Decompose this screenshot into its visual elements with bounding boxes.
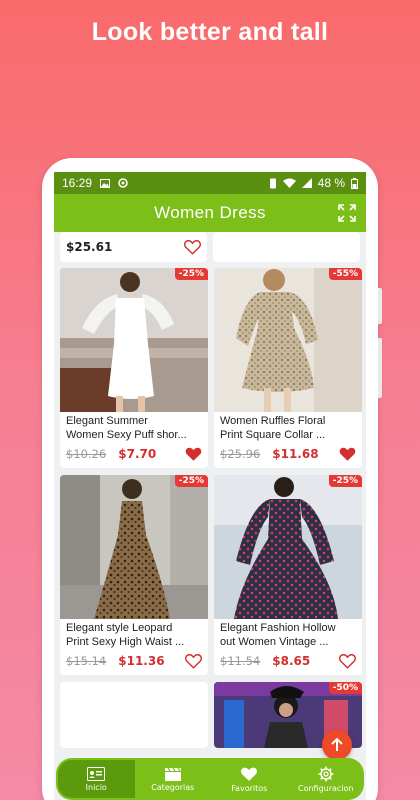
original-price: $11.54: [220, 654, 261, 668]
sync-notification-icon: [118, 178, 128, 188]
product-card[interactable]: -25% Elegant style Leopard Print Sexy Hi…: [60, 475, 208, 675]
nav-label: Inicio: [85, 782, 107, 792]
nav-label: Configuracion: [297, 783, 354, 793]
heart-icon: [241, 767, 258, 781]
favorite-filled-icon[interactable]: [185, 446, 202, 462]
phone-side-button: [378, 288, 382, 324]
product-image: -25%: [60, 475, 208, 619]
product-price: $25.61: [66, 240, 113, 254]
phone-side-button: [378, 338, 382, 398]
nav-item-categorias[interactable]: Categorias: [135, 758, 212, 800]
id-card-icon: [87, 766, 106, 781]
product-name: Women Ruffles Floral Print Square Collar…: [220, 415, 326, 441]
nav-item-favoritos[interactable]: Favoritos: [211, 758, 288, 800]
favorite-outline-icon[interactable]: [339, 653, 356, 669]
discount-badge: -50%: [328, 682, 362, 694]
app-title: Women Dress: [154, 203, 266, 222]
sale-price: $11.36: [118, 654, 165, 668]
original-price: $25.96: [220, 447, 261, 461]
product-list[interactable]: $25.61 -25% Elegant Summer Women Sexy Pu…: [54, 232, 366, 800]
fullscreen-icon[interactable]: [338, 204, 356, 222]
product-name: Elegant Fashion Hollow out Women Vintage…: [220, 622, 336, 648]
sale-price: $11.68: [272, 447, 319, 461]
gear-icon: [318, 766, 334, 781]
clapperboard-icon: [164, 767, 181, 781]
discount-badge: -25%: [328, 475, 362, 487]
sale-price: $8.65: [272, 654, 311, 668]
discount-badge: -25%: [174, 268, 208, 280]
favorite-outline-icon[interactable]: [184, 239, 201, 255]
vibrate-icon: [269, 178, 277, 189]
product-card[interactable]: -25% Elegant Fashion Hollow out Women Vi…: [214, 475, 362, 675]
bottom-navigation: Inicio Categorias Favoritos Configuracio…: [56, 758, 364, 800]
product-card-partial[interactable]: $25.61: [60, 232, 207, 262]
status-bar: 16:29 48 %: [54, 172, 366, 194]
image-notification-icon: [100, 178, 111, 188]
product-name: Elegant style Leopard Print Sexy High Wa…: [66, 622, 185, 648]
nav-label: Categorias: [151, 782, 195, 792]
wifi-icon: [282, 178, 296, 188]
status-time: 16:29: [62, 176, 93, 190]
nav-label: Favoritos: [231, 783, 268, 793]
arrow-up-icon: [331, 738, 343, 751]
favorite-filled-icon[interactable]: [339, 446, 356, 462]
scroll-to-top-button[interactable]: [322, 730, 352, 760]
battery-icon: [351, 177, 358, 189]
promo-title: Look better and tall: [91, 18, 329, 46]
phone-frame: 16:29 48 % Women Dress $25.61 -25% Elega…: [42, 158, 382, 800]
original-price: $10.26: [66, 447, 107, 461]
discount-badge: -25%: [174, 475, 208, 487]
product-card[interactable]: -55% Women Ruffles Floral Print Square C…: [214, 268, 362, 468]
original-price: $15.14: [66, 654, 107, 668]
sale-price: $7.70: [118, 447, 157, 461]
product-card[interactable]: [60, 682, 208, 748]
product-card[interactable]: -25% Elegant Summer Women Sexy Puff shor…: [60, 268, 208, 468]
app-screen: 16:29 48 % Women Dress $25.61 -25% Elega…: [54, 172, 366, 800]
discount-badge: -55%: [328, 268, 362, 280]
product-name: Elegant Summer Women Sexy Puff shor...: [66, 415, 187, 441]
app-bar: Women Dress: [54, 194, 366, 232]
nav-item-configuracion[interactable]: Configuracion: [288, 758, 365, 800]
product-card-partial[interactable]: [213, 232, 360, 262]
product-image: -25%: [60, 268, 208, 412]
favorite-outline-icon[interactable]: [185, 653, 202, 669]
nav-item-inicio[interactable]: Inicio: [58, 760, 135, 798]
product-image: -55%: [214, 268, 362, 412]
product-image: -25%: [214, 475, 362, 619]
signal-icon: [301, 178, 312, 188]
battery-level: 48 %: [317, 176, 345, 190]
